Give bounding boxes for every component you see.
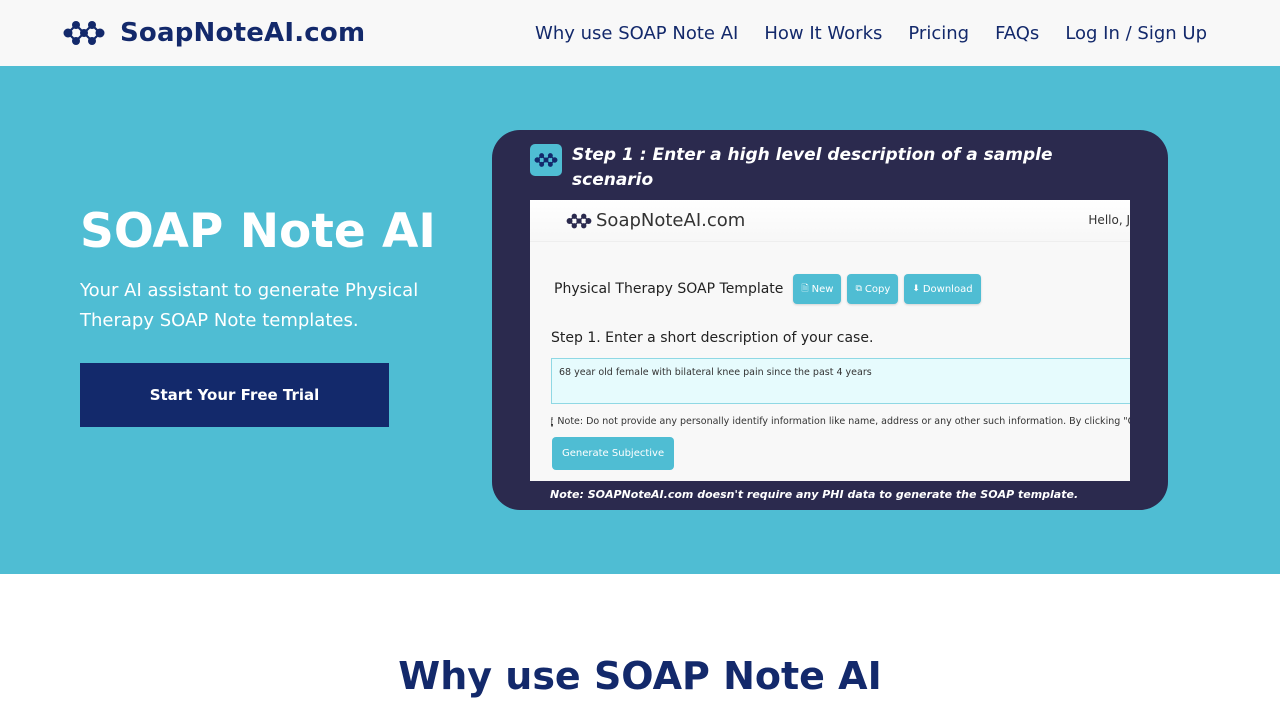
- user-greeting: Hello, J: [1088, 213, 1130, 227]
- demo-step-title: Step 1 : Enter a high level description …: [572, 145, 1053, 190]
- privacy-note-text: Note: Do not provide any personally iden…: [557, 416, 1130, 427]
- nav-how-it-works[interactable]: How It Works: [764, 23, 882, 44]
- new-button[interactable]: 🗎 New: [793, 274, 842, 304]
- main-nav: Why use SOAP Note AI How It Works Pricin…: [535, 0, 1207, 66]
- site-header: SoapNoteAI.com Why use SOAP Note AI How …: [0, 0, 1280, 66]
- nav-login-signup[interactable]: Log In / Sign Up: [1065, 23, 1207, 44]
- brand-link[interactable]: SoapNoteAI.com: [62, 15, 365, 51]
- template-toolbar: Physical Therapy SOAP Template 🗎 New ⧉ C…: [554, 274, 981, 304]
- generate-subjective-button[interactable]: Generate Subjective: [552, 437, 675, 470]
- app-brand-name: SoapNoteAI.com: [596, 210, 746, 231]
- download-button[interactable]: ⬇ Download: [904, 274, 981, 304]
- brand-name: SoapNoteAI.com: [120, 18, 366, 48]
- nav-pricing[interactable]: Pricing: [908, 23, 969, 44]
- template-title: Physical Therapy SOAP Template: [554, 281, 784, 297]
- copy-icon: ⧉: [855, 284, 862, 294]
- new-button-label: New: [811, 283, 834, 295]
- hero-section: SOAP Note AI Your AI assistant to genera…: [0, 66, 1280, 574]
- demo-card: Step 1 : Enter a high level description …: [492, 130, 1168, 510]
- file-icon: 🗎: [801, 284, 809, 294]
- privacy-note: i Note: Do not provide any personally id…: [551, 416, 1130, 427]
- start-free-trial-button[interactable]: Start Your Free Trial: [80, 363, 389, 427]
- download-icon: ⬇: [912, 284, 920, 294]
- hero-title: SOAP Note AI: [80, 204, 436, 259]
- app-topbar: SoapNoteAI.com Hello, J: [530, 200, 1130, 242]
- molecule-logo-icon: [63, 21, 105, 45]
- copy-button-label: Copy: [864, 283, 891, 295]
- molecule-logo-icon: [566, 213, 592, 228]
- why-use-section-title: Why use SOAP Note AI: [398, 654, 882, 698]
- hero-subtitle: Your AI assistant to generate Physical T…: [80, 280, 419, 331]
- nav-faqs[interactable]: FAQs: [995, 23, 1039, 44]
- app-brand: SoapNoteAI.com: [566, 210, 745, 231]
- molecule-logo-icon: [530, 144, 562, 176]
- app-screenshot: SoapNoteAI.com Hello, J Physical Therapy…: [530, 200, 1130, 481]
- case-step-label: Step 1. Enter a short description of you…: [551, 330, 874, 346]
- case-description-input[interactable]: 68 year old female with bilateral knee p…: [551, 358, 1130, 404]
- download-button-label: Download: [922, 283, 973, 295]
- copy-button[interactable]: ⧉ Copy: [847, 274, 899, 304]
- phi-note: Note: SOAPNoteAI.com doesn't require any…: [550, 488, 1079, 501]
- nav-why-use[interactable]: Why use SOAP Note AI: [535, 23, 738, 44]
- app-body: Physical Therapy SOAP Template 🗎 New ⧉ C…: [530, 242, 1130, 481]
- info-icon: i: [551, 416, 554, 427]
